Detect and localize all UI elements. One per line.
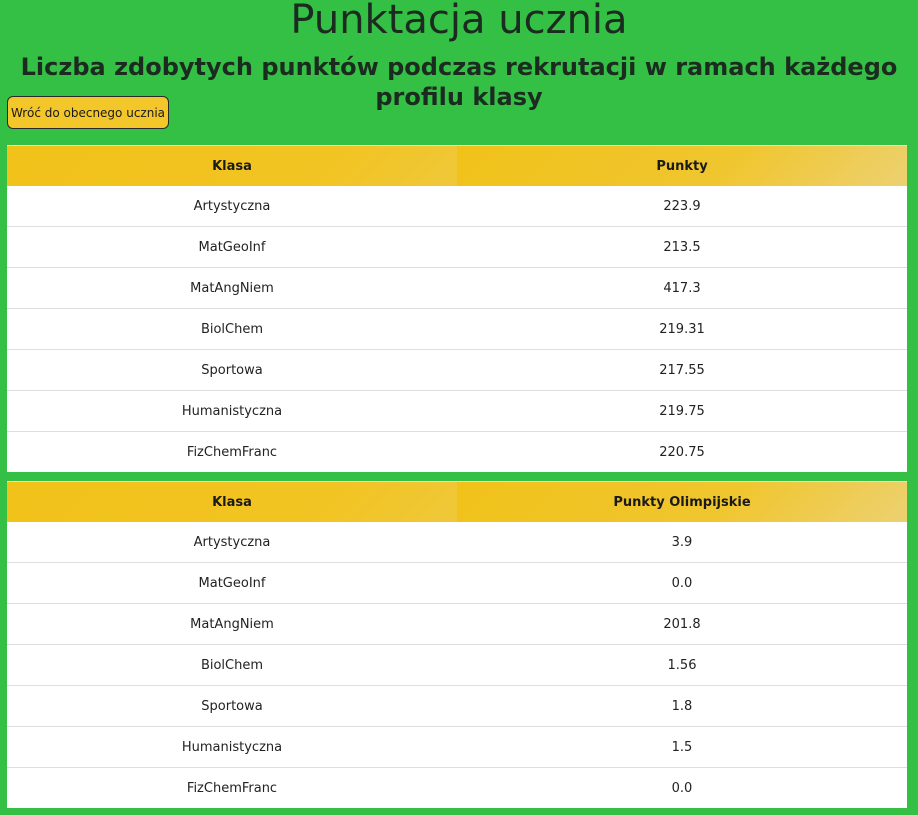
table-row: FizChemFranc 220.75 (7, 431, 907, 472)
olympic-points-cell: 201.8 (457, 603, 907, 645)
column-header-points: Punkty (457, 145, 907, 186)
class-cell: FizChemFranc (7, 431, 457, 472)
olympic-points-cell: 1.5 (457, 726, 907, 768)
points-cell: 219.31 (457, 308, 907, 350)
class-cell: Artystyczna (193, 198, 271, 214)
table-row: Artystyczna 223.9 (7, 186, 907, 227)
table-row: MatGeoInf 213.5 (7, 226, 907, 268)
table-row: MatAngNiem 417.3 (7, 267, 907, 309)
points-cell: 220.75 (457, 431, 907, 472)
table-header-row: Klasa Punkty Olimpijskie (7, 481, 907, 522)
points-cell: 219.75 (457, 390, 907, 432)
points-table: Klasa Punkty Artystyczna 223.9 MatGeoInf 2… (7, 145, 907, 472)
table-row: FizChemFranc 0.0 (7, 767, 907, 808)
olympic-points-cell: 1.8 (457, 685, 907, 727)
class-cell: MatGeoInf (7, 226, 457, 268)
table-row: Humanistyczna 1.5 (7, 726, 907, 768)
class-cell: FizChemFranc (7, 767, 457, 808)
class-cell: MatGeoInf (7, 562, 457, 604)
points-cell: 223.9 (663, 198, 701, 214)
olympic-points-table: Klasa Punkty Olimpijskie Artystyczna 3.9 … (7, 481, 907, 808)
column-header-class: Klasa (7, 481, 457, 522)
table-row: MatGeoInf 0.0 (7, 562, 907, 604)
table-row: BiolChem 1.56 (7, 644, 907, 686)
points-cell: 417.3 (457, 267, 907, 309)
back-to-current-student-button[interactable]: Wróć do obecnego ucznia (7, 96, 169, 129)
table-row: Sportowa 217.55 (7, 349, 907, 391)
table-row: Artystyczna 3.9 (7, 522, 907, 563)
olympic-points-cell: 3.9 (671, 534, 693, 550)
class-cell: BiolChem (7, 308, 457, 350)
table-header-row: Klasa Punkty (7, 145, 907, 186)
table-row: Sportowa 1.8 (7, 685, 907, 727)
class-cell: Humanistyczna (7, 390, 457, 432)
olympic-points-cell: 0.0 (457, 562, 907, 604)
table-row: Humanistyczna 219.75 (7, 390, 907, 432)
points-cell: 217.55 (457, 349, 907, 391)
class-cell: BiolChem (7, 644, 457, 686)
points-cell: 213.5 (457, 226, 907, 268)
olympic-points-cell: 1.56 (457, 644, 907, 686)
class-cell: Humanistyczna (7, 726, 457, 768)
column-header-olympic-points: Punkty Olimpijskie (457, 481, 907, 522)
table-row: BiolChem 219.31 (7, 308, 907, 350)
class-cell: MatAngNiem (7, 603, 457, 645)
class-cell: Artystyczna (193, 534, 271, 550)
class-cell: MatAngNiem (7, 267, 457, 309)
class-cell: Sportowa (7, 685, 457, 727)
page-title: Punktacja ucznia (290, 0, 628, 43)
olympic-points-cell: 0.0 (457, 767, 907, 808)
class-cell: Sportowa (7, 349, 457, 391)
column-header-class: Klasa (7, 145, 457, 186)
table-row: MatAngNiem 201.8 (7, 603, 907, 645)
